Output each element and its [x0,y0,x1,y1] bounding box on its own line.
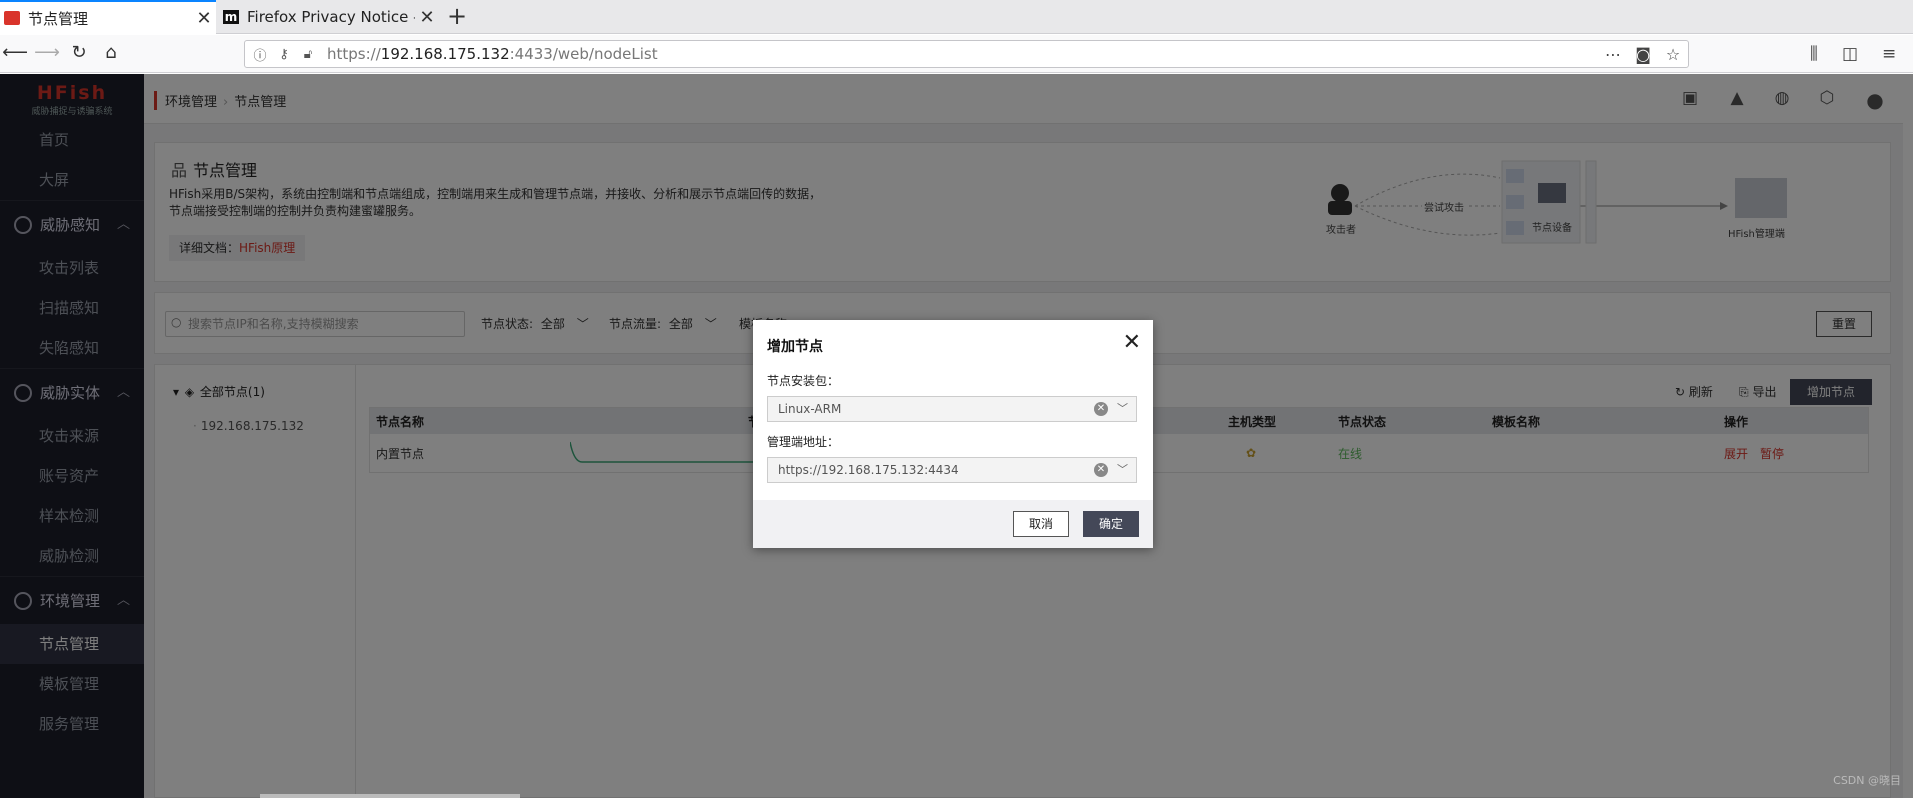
hfish-favicon-icon [4,11,20,25]
close-tab-icon[interactable]: ✕ [415,7,439,28]
menu-icon[interactable]: ≡ [1882,44,1896,64]
package-label: 节点安装包： [767,374,840,388]
sidebar-toggle-icon[interactable]: ◫ [1842,44,1858,64]
lock-icon: 🔓︎ [303,46,313,62]
watermark: CSDN @晓目 [1833,774,1901,787]
back-icon[interactable]: ⟵ [2,42,28,66]
cancel-button[interactable]: 取消 [1013,511,1069,537]
chevron-down-icon: ﹀ [1117,463,1128,476]
mozilla-favicon-icon: m [223,10,239,24]
add-node-dialog: 增加节点 ✕ 节点安装包： Linux-ARM ✕ ﹀ 管理端地址： https… [753,320,1153,548]
forward-icon[interactable]: ⟶ [34,42,60,66]
dialog-title: 增加节点 [767,339,823,355]
tab-title: Firefox Privacy Notice — [247,8,415,26]
clear-icon[interactable]: ✕ [1094,402,1108,416]
close-tab-icon[interactable]: ✕ [192,8,216,29]
browser-tab[interactable]: m Firefox Privacy Notice — ✕ [219,0,439,34]
horizontal-scrollbar[interactable] [260,794,520,798]
confirm-button[interactable]: 确定 [1083,511,1139,537]
chevron-down-icon: ﹀ [1117,402,1128,415]
manager-address-select[interactable]: https://192.168.175.132:4434 ✕ ﹀ [767,457,1137,483]
pocket-icon[interactable]: ◙ [1628,45,1658,64]
dialog-footer: 取消 确定 [753,500,1153,548]
browser-tab-active[interactable]: 节点管理 ✕ [0,0,216,34]
home-icon[interactable]: ⌂ [98,42,124,66]
tab-title: 节点管理 [28,9,89,28]
manager-address-value: https://192.168.175.132:4434 [778,463,959,477]
browser-navbar: ⟵ ⟶ ↻ ⌂ ⓘ ⚷ 🔓︎ https://192.168.175.132:4… [0,35,1913,73]
url-bar[interactable]: ⓘ ⚷ 🔓︎ https://192.168.175.132:4433/web/… [244,40,1689,68]
key-icon: ⚷ [279,46,289,62]
browser-tabbar: 节点管理 ✕ m Firefox Privacy Notice — ✕ + [0,0,1913,34]
package-value: Linux-ARM [778,402,842,416]
bookmark-star-icon[interactable]: ☆ [1658,45,1688,64]
more-icon[interactable]: ⋯ [1598,45,1628,64]
new-tab-icon[interactable]: + [447,2,467,30]
info-icon[interactable]: ⓘ [251,45,269,64]
manager-address-label: 管理端地址： [767,435,840,449]
close-icon[interactable]: ✕ [1123,330,1141,355]
library-icon[interactable]: ⫼ [1810,44,1818,64]
clear-icon[interactable]: ✕ [1094,463,1108,477]
package-select[interactable]: Linux-ARM ✕ ﹀ [767,396,1137,422]
reload-icon[interactable]: ↻ [66,42,92,66]
url-text[interactable]: https://192.168.175.132:4433/web/nodeLis… [327,45,1598,63]
